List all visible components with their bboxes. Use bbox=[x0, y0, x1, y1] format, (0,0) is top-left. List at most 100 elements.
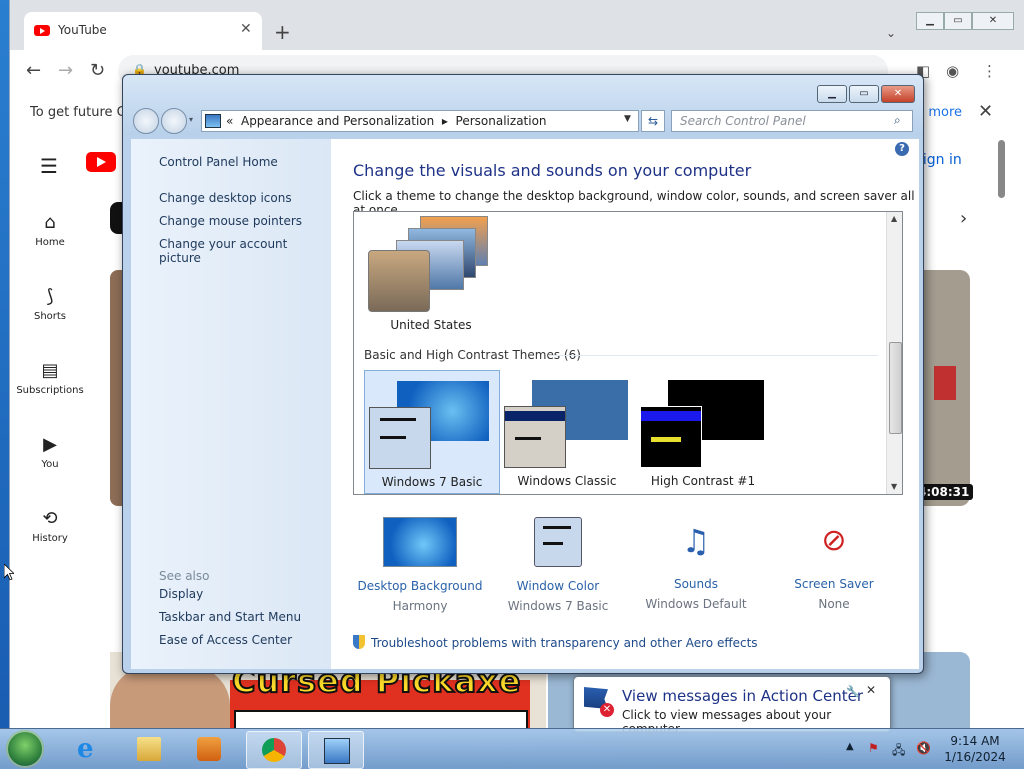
tab-close-icon[interactable]: ✕ bbox=[240, 21, 252, 37]
media-player-icon bbox=[197, 737, 221, 761]
help-icon[interactable]: ? bbox=[895, 142, 909, 156]
search-input[interactable]: Search Control Panel ⌕ bbox=[671, 110, 913, 132]
refresh-icon[interactable]: ⇆ bbox=[641, 110, 665, 132]
action-center-notification[interactable]: ✕ View messages in Action Center Click t… bbox=[573, 676, 891, 736]
chevron-right-icon[interactable]: › bbox=[960, 208, 967, 229]
search-icon[interactable]: ⌕ bbox=[894, 113, 901, 128]
error-icon: ✕ bbox=[600, 703, 614, 717]
breadcrumb-appearance[interactable]: Appearance and Personalization bbox=[241, 114, 434, 128]
troubleshoot-link[interactable]: Troubleshoot problems with transparency … bbox=[353, 635, 758, 650]
sounds-setting[interactable]: ♫ Sounds Windows Default bbox=[631, 517, 761, 611]
taskbar-start-menu-link[interactable]: Taskbar and Start Menu bbox=[159, 610, 301, 624]
browser-close-button[interactable]: ✕ bbox=[972, 12, 1014, 30]
video-thumbnail[interactable] bbox=[920, 270, 970, 506]
theme-label: United States bbox=[390, 318, 472, 332]
sidebar-item-home[interactable]: ⌂ Home bbox=[10, 212, 90, 248]
screen-saver-icon: ⊘ bbox=[821, 523, 847, 558]
back-button[interactable] bbox=[133, 108, 159, 134]
breadcrumb-overflow[interactable]: « bbox=[226, 114, 233, 128]
clock[interactable]: 9:14 AM 1/16/2024 bbox=[940, 733, 1010, 765]
sidebar-item-label: Shorts bbox=[33, 311, 67, 322]
ease-of-access-link[interactable]: Ease of Access Center bbox=[159, 633, 292, 647]
sidebar-item-you[interactable]: ▶ You bbox=[10, 434, 90, 470]
control-panel-home-link[interactable]: Control Panel Home bbox=[159, 155, 278, 169]
main-pane: ? Change the visuals and sounds on your … bbox=[331, 139, 919, 669]
sounds-icon: ♫ bbox=[681, 522, 711, 560]
minimize-button[interactable]: ▁ bbox=[817, 85, 847, 103]
setting-value: None bbox=[818, 597, 850, 611]
setting-name: Screen Saver bbox=[794, 577, 874, 591]
theme-high-contrast-1[interactable]: High Contrast #1 bbox=[636, 370, 770, 492]
setting-name: Sounds bbox=[673, 577, 719, 591]
sidebar-item-label: History bbox=[32, 533, 68, 544]
setting-name: Window Color bbox=[516, 579, 600, 593]
subscriptions-icon: ▤ bbox=[41, 360, 59, 381]
change-mouse-pointers-link[interactable]: Change mouse pointers bbox=[159, 214, 302, 228]
sidebar-item-history[interactable]: ⟲ History bbox=[10, 508, 90, 544]
start-button[interactable] bbox=[6, 730, 44, 768]
taskbar-media-player[interactable] bbox=[182, 731, 236, 767]
notification-title: View messages in Action Center bbox=[622, 687, 864, 705]
breadcrumb-personalization[interactable]: Personalization bbox=[456, 114, 547, 128]
taskbar: e ▲ ⚑ 🖧 🔇 9:14 AM 1/16/2024 bbox=[0, 728, 1024, 769]
desktop-background-icon bbox=[383, 517, 457, 567]
show-hidden-icons-icon[interactable]: ▲ bbox=[846, 741, 854, 752]
page-scrollbar[interactable] bbox=[998, 140, 1005, 198]
tab-youtube[interactable]: YouTube ✕ bbox=[24, 12, 262, 50]
sidebar-item-subscriptions[interactable]: ▤ Subscriptions bbox=[10, 360, 90, 396]
action-center-tray-icon[interactable]: ⚑ bbox=[868, 741, 879, 755]
address-dropdown-icon[interactable]: ▼ bbox=[624, 114, 631, 124]
forward-arrow-icon[interactable]: → bbox=[58, 60, 73, 81]
address-bar[interactable]: « Appearance and Personalization ▸ Perso… bbox=[201, 110, 639, 132]
setting-value: Harmony bbox=[392, 599, 448, 613]
display-link[interactable]: Display bbox=[159, 587, 203, 601]
clock-time: 9:14 AM bbox=[950, 734, 1000, 748]
tab-search-chevron-icon[interactable]: ⌄ bbox=[886, 26, 896, 40]
desktop-background-setting[interactable]: Desktop Background Harmony bbox=[355, 517, 485, 613]
window-color-setting[interactable]: Window Color Windows 7 Basic bbox=[493, 517, 623, 613]
theme-label: High Contrast #1 bbox=[650, 474, 756, 488]
breadcrumb-separator[interactable]: ▸ bbox=[442, 114, 448, 128]
maximize-button[interactable]: ▭ bbox=[849, 85, 879, 103]
kebab-menu-icon[interactable]: ⋮ bbox=[982, 62, 997, 80]
taskbar-control-panel[interactable] bbox=[308, 731, 364, 769]
screen-saver-setting[interactable]: ⊘ Screen Saver None bbox=[769, 517, 899, 611]
youtube-logo-icon[interactable] bbox=[86, 152, 116, 172]
folder-icon bbox=[137, 737, 161, 761]
taskbar-chrome[interactable] bbox=[246, 731, 302, 769]
browser-minimize-button[interactable]: ▁ bbox=[916, 12, 944, 30]
browser-maximize-button[interactable]: ▭ bbox=[944, 12, 972, 30]
info-bar-close-icon[interactable]: ✕ bbox=[978, 101, 993, 122]
close-button[interactable]: ✕ bbox=[881, 85, 915, 103]
window-preview-icon bbox=[640, 406, 702, 468]
recent-pages-chevron-icon[interactable]: ▾ bbox=[189, 115, 193, 124]
group-divider bbox=[548, 355, 878, 356]
reload-icon[interactable]: ↻ bbox=[90, 60, 105, 81]
setting-value: Windows Default bbox=[645, 597, 747, 611]
taskbar-explorer[interactable] bbox=[122, 731, 176, 767]
shield-icon bbox=[353, 635, 365, 649]
theme-windows-classic[interactable]: Windows Classic bbox=[500, 370, 634, 492]
change-desktop-icons-link[interactable]: Change desktop icons bbox=[159, 191, 292, 205]
page-title: Change the visuals and sounds on your co… bbox=[353, 161, 752, 180]
you-icon: ▶ bbox=[43, 434, 57, 455]
back-arrow-icon[interactable]: ← bbox=[26, 60, 41, 81]
theme-windows-7-basic[interactable]: Windows 7 Basic bbox=[364, 370, 500, 494]
see-also-heading: See also bbox=[159, 569, 210, 583]
volume-muted-icon[interactable]: 🔇 bbox=[916, 741, 931, 755]
network-icon[interactable]: 🖧 bbox=[892, 741, 905, 762]
profile-icon[interactable]: ◉ bbox=[946, 62, 959, 80]
notification-close-icon[interactable]: ✕ bbox=[866, 683, 876, 697]
new-tab-button[interactable]: + bbox=[274, 22, 291, 42]
theme-united-states[interactable]: United States bbox=[364, 214, 498, 336]
scrollbar-thumb bbox=[889, 342, 902, 434]
wrench-icon[interactable]: 🔧 bbox=[846, 685, 860, 698]
taskbar-internet-explorer[interactable]: e bbox=[62, 731, 116, 767]
change-account-picture-link[interactable]: Change your account picture bbox=[159, 237, 331, 265]
youtube-favicon-icon bbox=[34, 25, 50, 36]
theme-list-scrollbar[interactable]: ▲ ▼ bbox=[886, 212, 902, 494]
forward-button[interactable] bbox=[161, 108, 187, 134]
hamburger-menu-icon[interactable]: ☰ bbox=[40, 154, 58, 178]
sidebar-item-shorts[interactable]: ⟆ Shorts bbox=[10, 286, 90, 322]
scroll-up-icon: ▲ bbox=[891, 214, 898, 223]
